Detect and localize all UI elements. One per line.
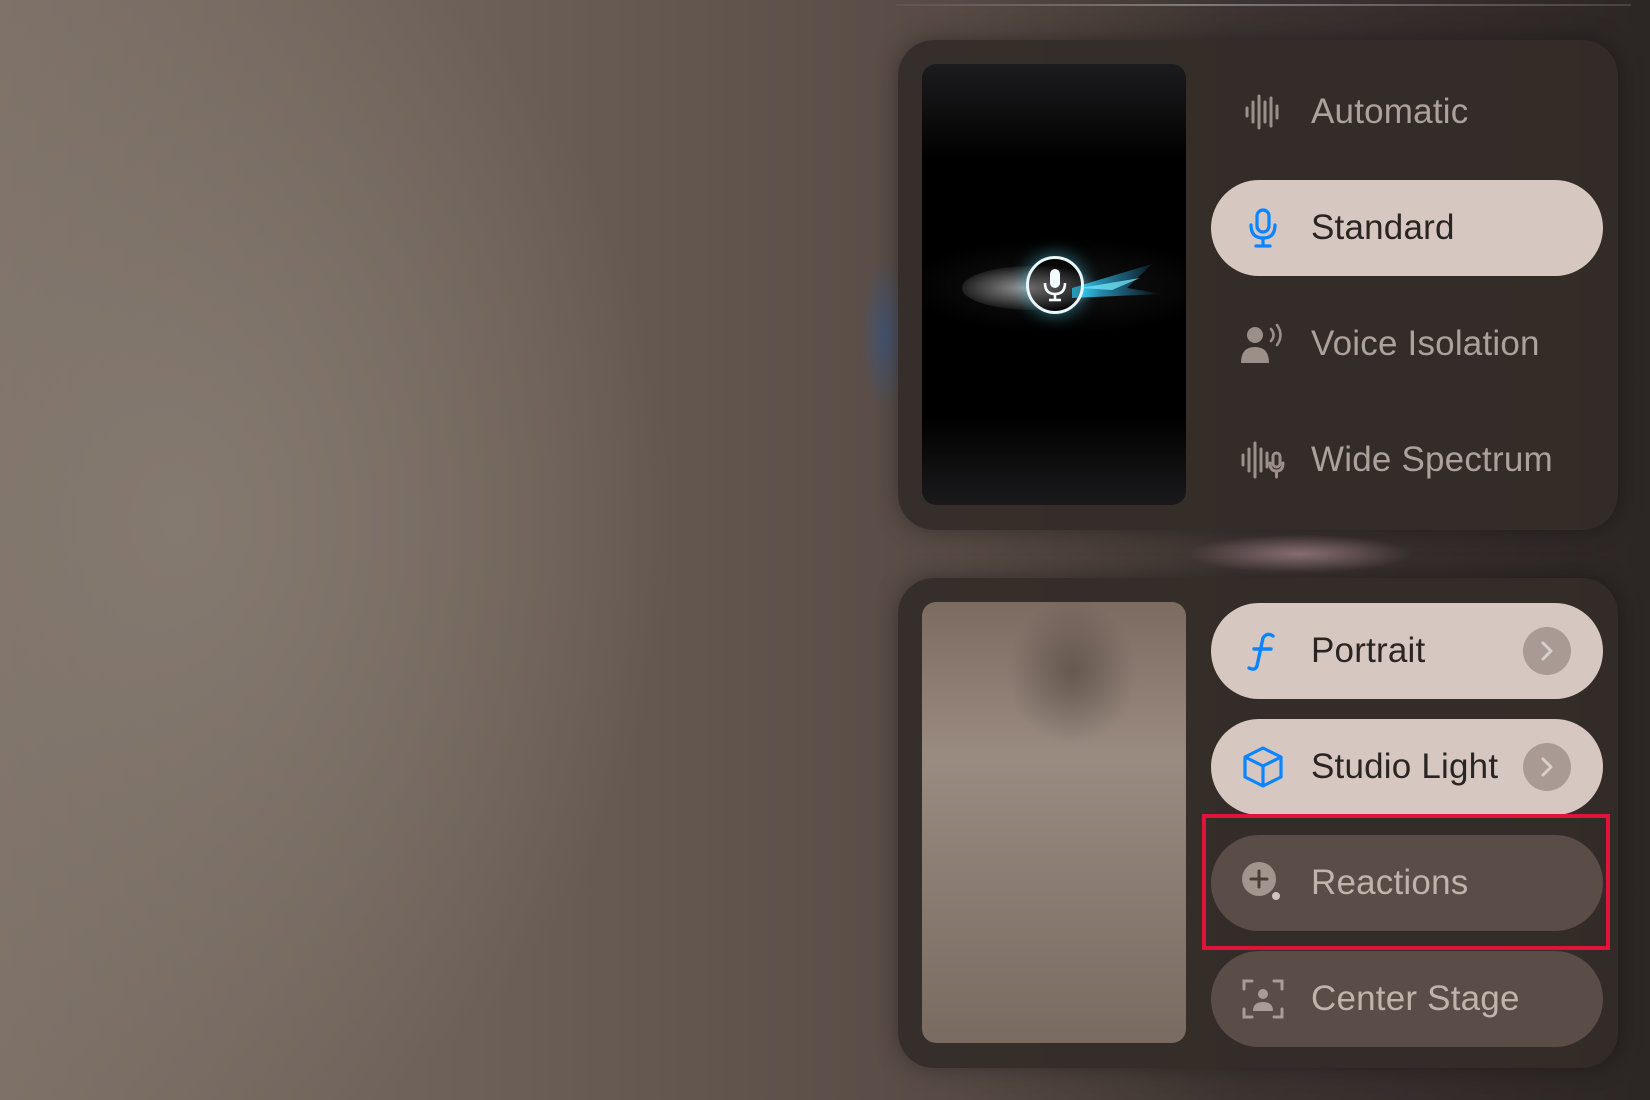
effect-label: Center Stage: [1311, 979, 1520, 1018]
mic-mode-label: Wide Spectrum: [1311, 440, 1553, 479]
mic-mode-label: Voice Isolation: [1311, 324, 1540, 363]
top-divider: [896, 4, 1631, 6]
mic-mode-voice-isolation[interactable]: Voice Isolation: [1211, 296, 1603, 392]
microphone-icon: [1026, 256, 1084, 314]
mic-mode-automatic[interactable]: Automatic: [1211, 64, 1603, 160]
reactions-highlight-box: [1202, 814, 1610, 950]
voice-isolation-icon: [1239, 323, 1287, 364]
mic-mode-preview: [922, 64, 1186, 505]
camera-preview: [922, 602, 1186, 1043]
effect-center-stage[interactable]: Center Stage: [1211, 951, 1603, 1047]
chevron-right-icon[interactable]: [1523, 743, 1571, 791]
mic-mode-label: Standard: [1311, 208, 1455, 247]
mic-mode-label: Automatic: [1311, 92, 1469, 131]
effect-label: Portrait: [1311, 631, 1426, 670]
f-aperture-icon: [1239, 631, 1287, 671]
waveform-mic-icon: [1239, 440, 1287, 480]
effect-label: Studio Light: [1311, 747, 1499, 786]
mic-mode-standard[interactable]: Standard: [1211, 180, 1603, 276]
center-stage-icon: [1239, 979, 1287, 1019]
effect-studio-light[interactable]: Studio Light: [1211, 719, 1603, 815]
chevron-right-icon[interactable]: [1523, 627, 1571, 675]
waveform-icon: [1239, 92, 1287, 132]
cube-icon: [1239, 746, 1287, 788]
microphone-icon: [1239, 208, 1287, 248]
effect-portrait[interactable]: Portrait: [1211, 603, 1603, 699]
panel-gap-glow: [1160, 530, 1440, 578]
mic-mode-wide-spectrum[interactable]: Wide Spectrum: [1211, 412, 1603, 508]
